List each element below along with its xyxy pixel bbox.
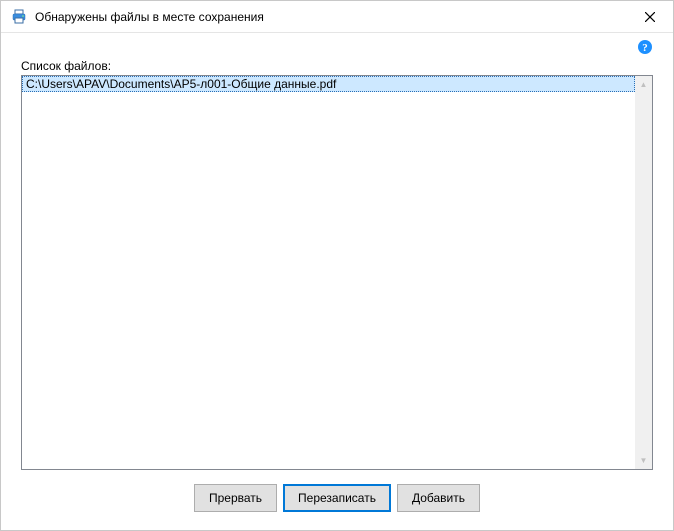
file-list-label: Список файлов: bbox=[21, 59, 653, 73]
scrollbar[interactable]: ▲ ▼ bbox=[635, 76, 652, 469]
overwrite-button[interactable]: Перезаписать bbox=[283, 484, 391, 512]
file-listbox[interactable]: C:\Users\APAV\Documents\АР5-л001-Общие д… bbox=[21, 75, 653, 470]
scroll-track[interactable] bbox=[635, 93, 652, 452]
help-row: ? bbox=[1, 33, 673, 55]
scroll-up-icon[interactable]: ▲ bbox=[635, 76, 652, 93]
dialog-window: Обнаружены файлы в месте сохранения ? Сп… bbox=[0, 0, 674, 531]
close-button[interactable] bbox=[635, 5, 665, 29]
printer-icon bbox=[11, 9, 27, 25]
help-icon[interactable]: ? bbox=[637, 39, 653, 55]
list-item[interactable]: C:\Users\APAV\Documents\АР5-л001-Общие д… bbox=[22, 76, 635, 92]
append-button[interactable]: Добавить bbox=[397, 484, 480, 512]
scroll-down-icon[interactable]: ▼ bbox=[635, 452, 652, 469]
file-list-inner: C:\Users\APAV\Documents\АР5-л001-Общие д… bbox=[22, 76, 635, 469]
svg-text:?: ? bbox=[642, 42, 648, 54]
abort-button[interactable]: Прервать bbox=[194, 484, 277, 512]
content-area: Список файлов: C:\Users\APAV\Documents\А… bbox=[1, 55, 673, 470]
button-row: Прервать Перезаписать Добавить bbox=[1, 470, 673, 530]
titlebar: Обнаружены файлы в месте сохранения bbox=[1, 1, 673, 33]
window-title: Обнаружены файлы в месте сохранения bbox=[35, 10, 635, 24]
